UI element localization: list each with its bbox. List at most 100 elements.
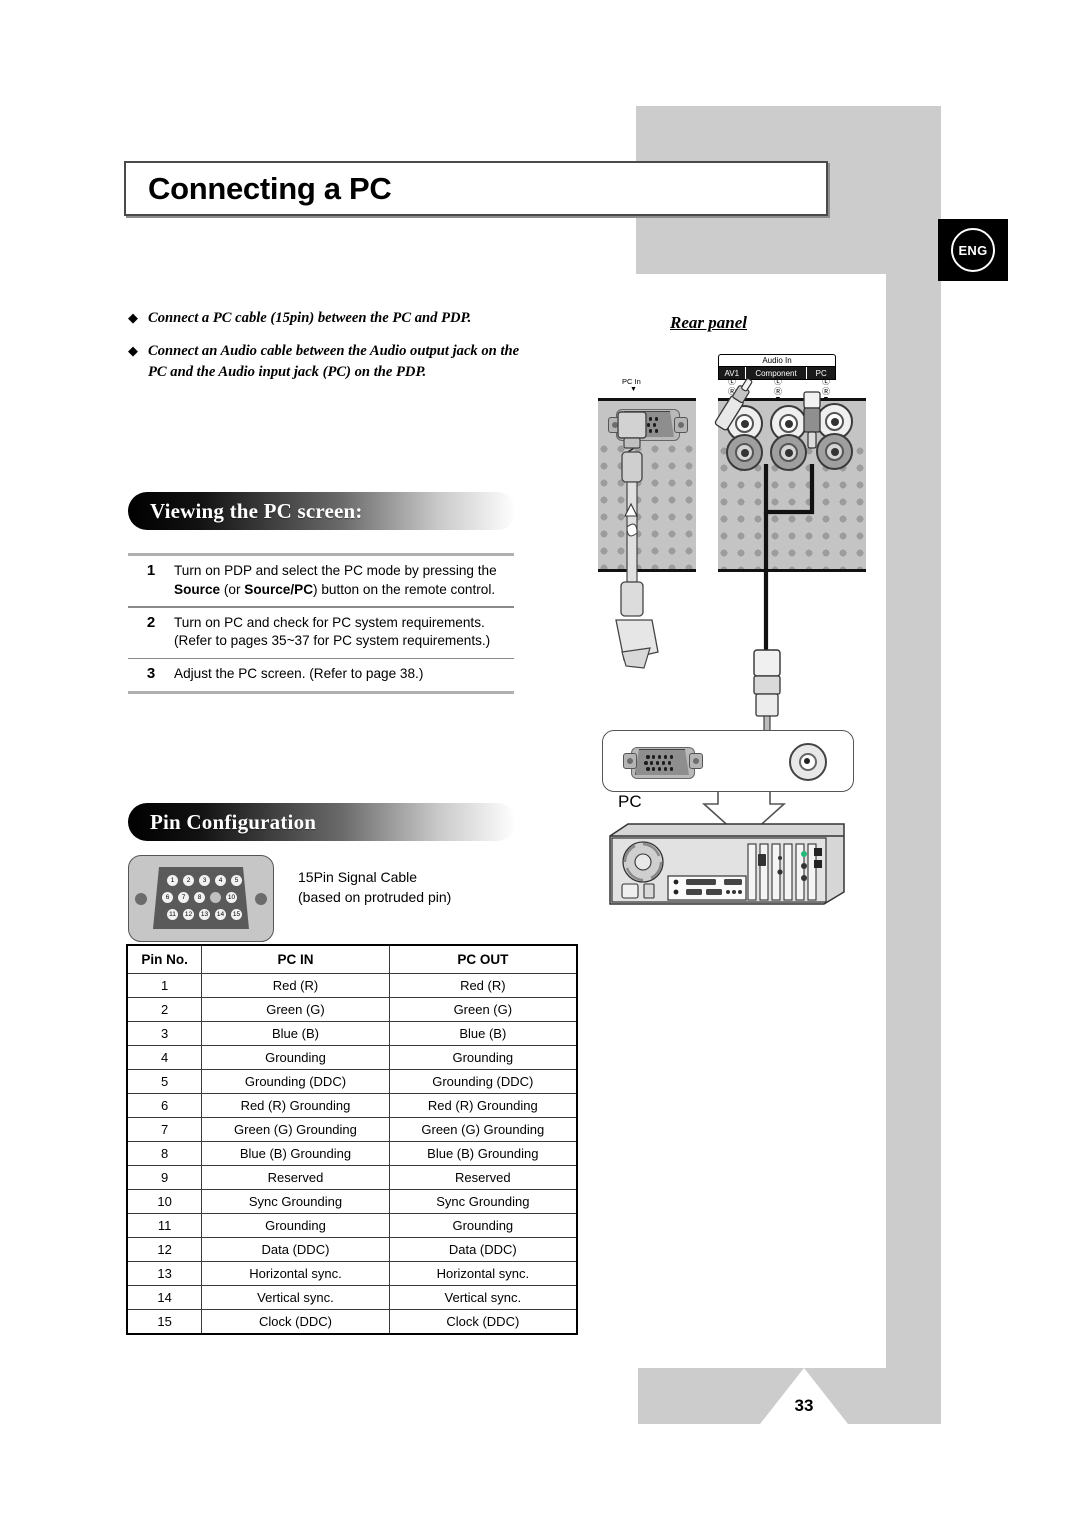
table-header-row: Pin No. PC IN PC OUT bbox=[126, 944, 578, 974]
page-title: Connecting a PC bbox=[124, 161, 828, 216]
table-cell: 6 bbox=[126, 1093, 203, 1118]
table-cell: 10 bbox=[126, 1189, 203, 1214]
table-cell: Blue (B) Grounding bbox=[201, 1141, 390, 1166]
list-item-text: Connect a PC cable (15pin) between the P… bbox=[148, 310, 472, 326]
connector-pin: 6 bbox=[162, 892, 173, 903]
table-row: 4 Grounding Grounding bbox=[126, 1045, 578, 1070]
table-cell: 15 bbox=[126, 1309, 203, 1335]
connector-pin: 13 bbox=[199, 909, 210, 920]
connector-pin: 5 bbox=[231, 875, 242, 886]
table-row: 8 Blue (B) Grounding Blue (B) Grounding bbox=[126, 1141, 578, 1166]
connector-pin: 15 bbox=[231, 909, 242, 920]
connector-pin: 11 bbox=[167, 909, 178, 920]
table-cell: Clock (DDC) bbox=[388, 1309, 578, 1335]
table-row: 14 Vertical sync. Vertical sync. bbox=[126, 1285, 578, 1310]
connector-pin: 14 bbox=[215, 909, 226, 920]
section-header-viewing: Viewing the PC screen: bbox=[128, 492, 516, 530]
column-header-pin-no: Pin No. bbox=[126, 944, 203, 974]
table-cell: 1 bbox=[126, 973, 203, 998]
connector-pin: 8 bbox=[194, 892, 205, 903]
table-row: 1 Red (R) Red (R) bbox=[126, 973, 578, 998]
table-cell: Green (G) bbox=[388, 997, 578, 1022]
table-cell: Grounding bbox=[388, 1213, 578, 1238]
table-cell: Vertical sync. bbox=[201, 1285, 390, 1310]
table-cell: Grounding bbox=[388, 1045, 578, 1070]
table-cell: Sync Grounding bbox=[388, 1189, 578, 1214]
table-cell: Red (R) bbox=[201, 973, 390, 998]
table-row: 9 Reserved Reserved bbox=[126, 1165, 578, 1190]
diamond-bullet-icon: ◆ bbox=[128, 310, 138, 325]
table-cell: 5 bbox=[126, 1069, 203, 1094]
language-badge-label: ENG bbox=[951, 228, 995, 272]
table-cell: Reserved bbox=[388, 1165, 578, 1190]
pc-label: PC bbox=[618, 792, 642, 811]
table-row: 3 Blue (B) Blue (B) bbox=[126, 1021, 578, 1046]
table-cell: 8 bbox=[126, 1141, 203, 1166]
connector-pin: 3 bbox=[199, 875, 210, 886]
table-cell: Horizontal sync. bbox=[201, 1261, 390, 1286]
section-header-pin-label: Pin Configuration bbox=[150, 809, 317, 834]
table-cell: 4 bbox=[126, 1045, 203, 1070]
pin-configuration-table: Pin No. PC IN PC OUT 1 Red (R) Red (R) 2 Gre… bbox=[126, 944, 578, 1335]
table-header: Pin No. PC IN PC OUT bbox=[126, 944, 578, 974]
table-body: 1 Red (R) Red (R) 2 Green (G) Green (G) 3 Blue … bbox=[126, 973, 578, 1335]
table-cell: Red (R) Grounding bbox=[388, 1093, 578, 1118]
vga-screw-left-icon bbox=[623, 753, 637, 769]
connector-pin: 7 bbox=[178, 892, 189, 903]
section-header-viewing-label: Viewing the PC screen: bbox=[150, 498, 363, 523]
rear-panel-title: Rear panel bbox=[670, 313, 747, 332]
table-cell: 13 bbox=[126, 1261, 203, 1286]
table-cell: Data (DDC) bbox=[201, 1237, 390, 1262]
list-item: 3 Adjust the PC screen. (Refer to page 3… bbox=[128, 659, 514, 691]
connector-screw-left-icon bbox=[135, 893, 147, 905]
table-cell: Blue (B) Grounding bbox=[388, 1141, 578, 1166]
table-cell: Grounding (DDC) bbox=[201, 1069, 390, 1094]
step-number: 1 bbox=[146, 562, 156, 579]
table-cell: 12 bbox=[126, 1237, 203, 1262]
dsub-shell: 12345 6 7 8 10 11 12 13 14 15 bbox=[153, 867, 249, 929]
table-cell: Vertical sync. bbox=[388, 1285, 578, 1310]
table-cell: Clock (DDC) bbox=[201, 1309, 390, 1335]
connector-shell: 12345 6 7 8 10 11 12 13 14 15 bbox=[128, 855, 274, 942]
table-cell: Grounding bbox=[201, 1213, 390, 1238]
step-number: 2 bbox=[146, 613, 156, 631]
vga-connector-diagram: 12345 6 7 8 10 11 12 13 14 15 15Pin Signal Cabl… bbox=[128, 855, 451, 942]
table-cell: 9 bbox=[126, 1165, 203, 1190]
table-cell: Grounding (DDC) bbox=[388, 1069, 578, 1094]
pc-device-outline bbox=[602, 730, 854, 792]
table-cell: 3 bbox=[126, 1021, 203, 1046]
pc-vga-port bbox=[623, 747, 703, 779]
pc-audio-out-jack bbox=[789, 743, 827, 781]
connector-pin: 4 bbox=[215, 875, 226, 886]
audio-cable-icon bbox=[714, 378, 821, 733]
pc-tower-illustration bbox=[609, 823, 845, 905]
vga-screw-right-icon bbox=[689, 753, 703, 769]
table-cell: Reserved bbox=[201, 1165, 390, 1190]
vga-cable-icon bbox=[615, 411, 659, 669]
table-row: 11 Grounding Grounding bbox=[126, 1213, 578, 1238]
table-cell: Blue (B) bbox=[201, 1021, 390, 1046]
language-badge: ENG bbox=[938, 219, 1008, 281]
table-row: 5 Grounding (DDC) Grounding (DDC) bbox=[126, 1069, 578, 1094]
list-item-text: Connect an Audio cable between the Audio… bbox=[148, 342, 520, 381]
table-cell: Data (DDC) bbox=[388, 1237, 578, 1262]
section-header-pin-configuration: Pin Configuration bbox=[128, 803, 516, 841]
table-row: 12 Data (DDC) Data (DDC) bbox=[126, 1237, 578, 1262]
page-number: 33 bbox=[794, 1396, 814, 1415]
table-cell: Grounding bbox=[201, 1045, 390, 1070]
list-item: ◆ Connect a PC cable (15pin) between the… bbox=[128, 308, 528, 330]
table-cell: Green (G) Grounding bbox=[201, 1117, 390, 1142]
table-cell: 2 bbox=[126, 997, 203, 1022]
pin-row-1: 12345 bbox=[167, 875, 247, 886]
table-cell: 11 bbox=[126, 1213, 203, 1238]
table-cell: Blue (B) bbox=[388, 1021, 578, 1046]
step-text: Turn on PDP and select the PC mode by pr… bbox=[174, 563, 497, 597]
table-cell: Green (G) bbox=[201, 997, 390, 1022]
connector-pin: 12 bbox=[183, 909, 194, 920]
pin-row-3: 11 12 13 14 15 bbox=[167, 909, 247, 920]
list-item: ◆ Connect an Audio cable between the Aud… bbox=[128, 341, 528, 384]
step-text: Turn on PC and check for PC system requi… bbox=[174, 614, 491, 649]
page-title-text: Connecting a PC bbox=[148, 170, 392, 206]
decorative-gray-band-right bbox=[886, 106, 941, 1388]
table-cell: Red (R) Grounding bbox=[201, 1093, 390, 1118]
